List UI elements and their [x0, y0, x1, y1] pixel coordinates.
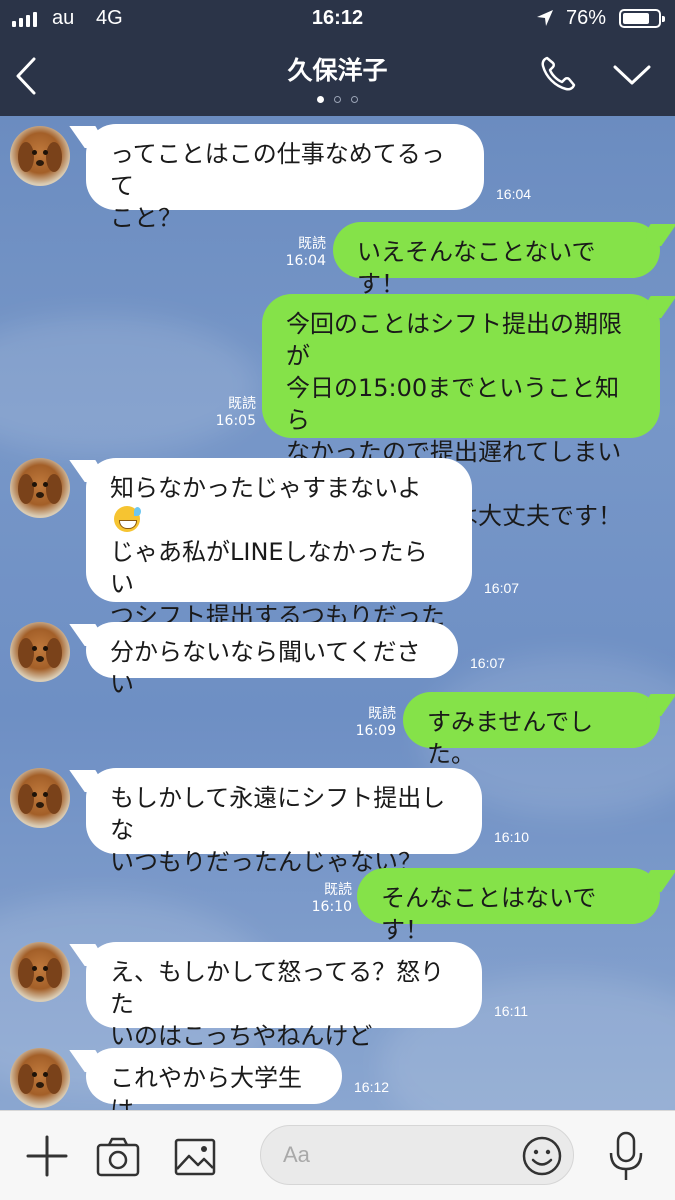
- read-label: 既読: [368, 706, 396, 722]
- avatar[interactable]: [10, 622, 70, 682]
- message-time: 16:10: [311, 899, 352, 915]
- outgoing-message[interactable]: いえそんなことないです！: [333, 222, 660, 298]
- message-line: これやから大学生は: [110, 1064, 302, 1110]
- outgoing-message[interactable]: 今回のことはシフト提出の期限が 今日の15:00までということ知ら なかったので提出…: [262, 294, 660, 530]
- sweat-smile-emoji-icon: [114, 506, 141, 532]
- read-receipt: 既読 16:05: [212, 396, 256, 430]
- chevron-down-icon[interactable]: [612, 62, 652, 88]
- status-bar: au 4G 16:12 76%: [0, 0, 675, 36]
- avatar[interactable]: [10, 942, 70, 1002]
- message-time: 16:09: [355, 723, 396, 739]
- call-icon[interactable]: [538, 54, 578, 94]
- message-line: え、もしかして怒ってる？怒りた: [110, 958, 445, 1018]
- message-time: 16:11: [494, 1003, 528, 1019]
- read-receipt: 既読 16:10: [308, 882, 352, 916]
- avatar[interactable]: [10, 1048, 70, 1108]
- message-line: いえそんなことないです！: [357, 238, 596, 298]
- page-dot: [351, 96, 358, 103]
- message-line: 今日の15:00までということ知ら: [286, 374, 620, 434]
- message-input[interactable]: [283, 1138, 513, 1172]
- incoming-message[interactable]: これやから大学生は: [86, 1048, 342, 1110]
- chat-header: 久保洋子: [0, 36, 675, 116]
- outgoing-message[interactable]: すみませんでした。: [403, 692, 660, 768]
- message-line: ってことはこの仕事なめてるって: [110, 140, 445, 200]
- avatar[interactable]: [10, 768, 70, 828]
- avatar[interactable]: [10, 126, 70, 186]
- page-indicator: [0, 96, 675, 103]
- message-line: 知らなかったじゃすまないよ: [110, 474, 422, 502]
- message-line: こと？: [110, 204, 182, 232]
- message-line: じゃあ私がLINEしなかったらい: [110, 538, 428, 598]
- message-time: 16:07: [484, 580, 520, 596]
- message-line: そんなことはないです！: [381, 884, 597, 944]
- message-time: 16:07: [470, 655, 506, 671]
- page-dot: [317, 96, 324, 103]
- battery-percent: 76%: [566, 7, 607, 29]
- incoming-message[interactable]: え、もしかして怒ってる？怒りたいのはこっちやねんけど: [86, 942, 482, 1050]
- read-receipt: 既読 16:09: [352, 706, 396, 740]
- message-input-box[interactable]: [260, 1125, 574, 1185]
- message-line: 今回のことはシフト提出の期限が: [286, 310, 622, 370]
- message-time: 16:10: [494, 829, 530, 845]
- read-receipt: 既読 16:04: [282, 236, 326, 270]
- read-label: 既読: [298, 236, 326, 252]
- incoming-message[interactable]: 知らなかったじゃすまないよ じゃあ私がLINEしなかったらい つシフト提出するつもり…: [86, 458, 472, 662]
- emoji-icon[interactable]: [521, 1135, 563, 1177]
- read-label: 既読: [324, 882, 352, 898]
- message-line: もしかして永遠にシフト提出しな: [110, 784, 446, 844]
- plus-icon[interactable]: [26, 1135, 68, 1177]
- outgoing-message[interactable]: そんなことはないです！: [357, 868, 660, 944]
- message-line: いのはこっちやねんけど: [110, 1022, 373, 1050]
- page-dot: [334, 96, 341, 103]
- message-time: 16:04: [496, 186, 532, 202]
- incoming-message[interactable]: 分からないなら聞いてください: [86, 622, 458, 698]
- chat-area[interactable]: ってことはこの仕事なめてるって こと？ 16:04 いえそんなことないです！ 既読 16:…: [0, 116, 675, 1110]
- incoming-message[interactable]: ってことはこの仕事なめてるってこと？: [86, 124, 484, 232]
- message-time: 16:05: [215, 413, 256, 429]
- avatar[interactable]: [10, 458, 70, 518]
- microphone-icon[interactable]: [606, 1131, 646, 1183]
- location-arrow-icon: [537, 10, 553, 26]
- message-toolbar: [0, 1110, 675, 1200]
- battery-icon: [619, 9, 665, 28]
- camera-icon[interactable]: [96, 1137, 140, 1177]
- image-icon[interactable]: [174, 1137, 216, 1177]
- incoming-message[interactable]: もしかして永遠にシフト提出しな いつもりだったんじゃない？: [86, 768, 482, 876]
- read-label: 既読: [228, 396, 256, 412]
- message-time: 16:04: [285, 253, 326, 269]
- message-time: 16:12: [354, 1079, 390, 1095]
- message-line: 分からないなら聞いてください: [110, 638, 421, 698]
